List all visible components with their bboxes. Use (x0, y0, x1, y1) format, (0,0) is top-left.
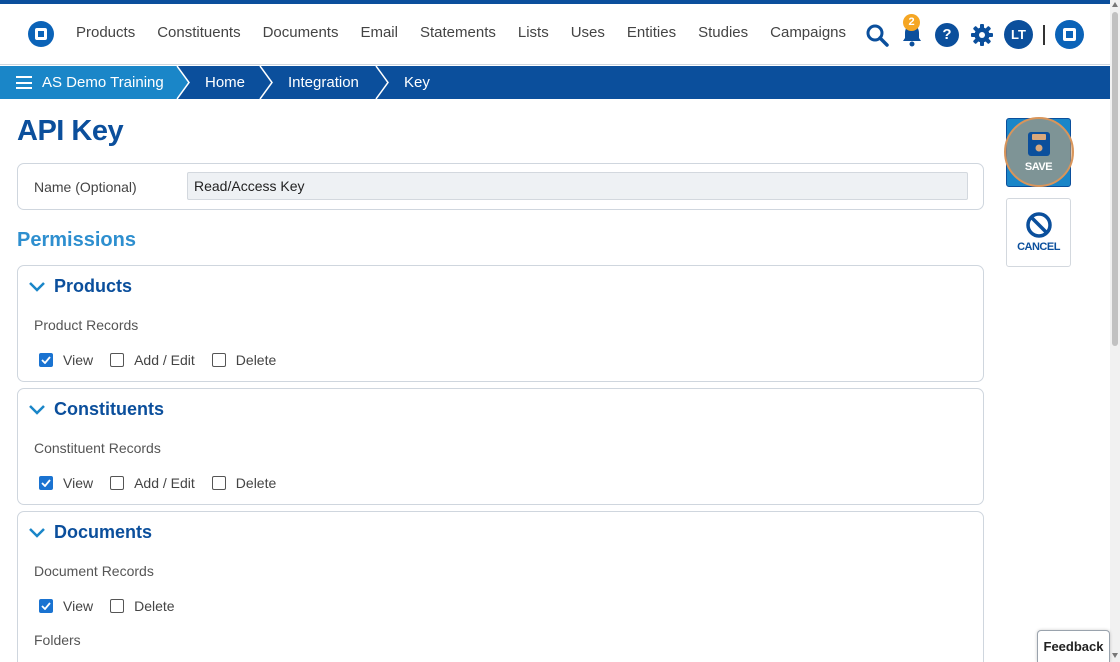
folders-label: Folders (34, 632, 81, 648)
breadcrumb-item-key: Key (404, 74, 430, 91)
breadcrumb-item-integration[interactable]: Integration (288, 74, 359, 91)
nav-link-products[interactable]: Products (76, 24, 135, 41)
documents-permission-panel: Documents Document Records View Delete F… (17, 511, 984, 662)
documents-delete-checkbox[interactable] (110, 599, 125, 613)
nav-link-campaigns[interactable]: Campaigns (770, 24, 846, 41)
vertical-scrollbar[interactable] (1110, 0, 1120, 662)
nav-link-email[interactable]: Email (360, 24, 398, 41)
nav-icons: 2 ? LT (864, 13, 1084, 49)
breadcrumb-item-home[interactable]: Home (205, 74, 245, 91)
permissions-heading: Permissions (17, 229, 136, 251)
cancel-icon (1026, 212, 1052, 238)
name-field-label: Name (Optional) (34, 179, 137, 195)
documents-view-label: View (63, 598, 94, 614)
document-records-label: Document Records (34, 563, 154, 579)
products-delete-label: Delete (235, 352, 277, 368)
products-permission-panel: Products Product Records View Add / Edit… (17, 265, 984, 382)
nav-link-entities[interactable]: Entities (627, 24, 676, 41)
nav-link-constituents[interactable]: Constituents (157, 24, 240, 41)
products-view-label: View (63, 352, 94, 368)
breadcrumb-item-root[interactable]: AS Demo Training (42, 74, 164, 91)
constituents-permission-options: View Add / Edit Delete (39, 475, 293, 491)
notification-badge: 2 (903, 13, 920, 31)
chevron-down-icon (29, 281, 45, 292)
constituents-add-edit-label: Add / Edit (134, 475, 195, 491)
nav-link-statements[interactable]: Statements (420, 24, 496, 41)
products-delete-checkbox[interactable] (211, 353, 226, 367)
documents-panel-title: Documents (54, 522, 153, 542)
documents-permission-options: View Delete (39, 598, 192, 614)
scroll-down-arrow[interactable] (1112, 653, 1118, 658)
constituents-delete-checkbox[interactable] (211, 476, 226, 490)
constituents-view-checkbox[interactable] (39, 476, 53, 490)
breadcrumb-separator (375, 66, 389, 99)
documents-panel-header[interactable]: Documents (28, 522, 152, 543)
products-add-edit-label: Add / Edit (134, 352, 195, 368)
nav-link-studies[interactable]: Studies (698, 24, 748, 41)
feedback-button[interactable]: Feedback (1037, 630, 1110, 662)
name-field-group: Name (Optional) (17, 163, 984, 210)
name-field[interactable] (187, 172, 968, 200)
page: Products Constituents Documents Email St… (0, 0, 1120, 662)
products-records-label: Product Records (34, 317, 139, 333)
nav-link-lists[interactable]: Lists (518, 24, 549, 41)
products-add-edit-checkbox[interactable] (110, 353, 125, 367)
nav-link-uses[interactable]: Uses (571, 24, 605, 41)
constituents-add-edit-checkbox[interactable] (110, 476, 125, 490)
search-icon[interactable] (864, 22, 890, 48)
help-icon: ? (935, 22, 959, 47)
breadcrumb: AS Demo Training Home Integration Key (0, 66, 1110, 99)
hamburger-icon[interactable] (16, 76, 32, 89)
nav-divider (1043, 24, 1045, 45)
logo-icon[interactable] (28, 21, 54, 47)
products-panel-title: Products (54, 276, 133, 296)
notifications-button[interactable]: 2 (899, 13, 925, 48)
save-icon (1028, 132, 1050, 156)
cancel-button-label: CANCEL (1017, 241, 1060, 253)
products-view-checkbox[interactable] (39, 353, 53, 367)
gear-icon[interactable] (969, 22, 995, 48)
constituents-panel-title: Constituents (54, 399, 164, 419)
constituent-records-label: Constituent Records (34, 440, 161, 456)
breadcrumb-separator (259, 66, 273, 99)
help-button[interactable]: ? (934, 22, 960, 48)
page-title: API Key (17, 115, 124, 147)
scrollbar-thumb[interactable] (1112, 12, 1118, 346)
constituents-permission-panel: Constituents Constituent Records View Ad… (17, 388, 984, 505)
constituents-panel-header[interactable]: Constituents (28, 399, 164, 420)
avatar[interactable]: LT (1004, 20, 1033, 49)
nav-links: Products Constituents Documents Email St… (76, 24, 868, 41)
products-panel-header[interactable]: Products (28, 276, 132, 297)
constituents-view-label: View (63, 475, 94, 491)
documents-view-checkbox[interactable] (39, 599, 53, 613)
secondary-logo-icon[interactable] (1055, 20, 1084, 49)
chevron-down-icon (29, 404, 45, 415)
chevron-down-icon (29, 527, 45, 538)
constituents-delete-label: Delete (235, 475, 277, 491)
documents-delete-label: Delete (134, 598, 175, 614)
top-navigation: Products Constituents Documents Email St… (0, 4, 1110, 65)
breadcrumb-separator (176, 66, 190, 99)
save-button-label: SAVE (1024, 161, 1053, 173)
products-permission-options: View Add / Edit Delete (39, 352, 293, 368)
nav-link-documents[interactable]: Documents (263, 24, 339, 41)
scroll-up-arrow[interactable] (1112, 2, 1118, 7)
